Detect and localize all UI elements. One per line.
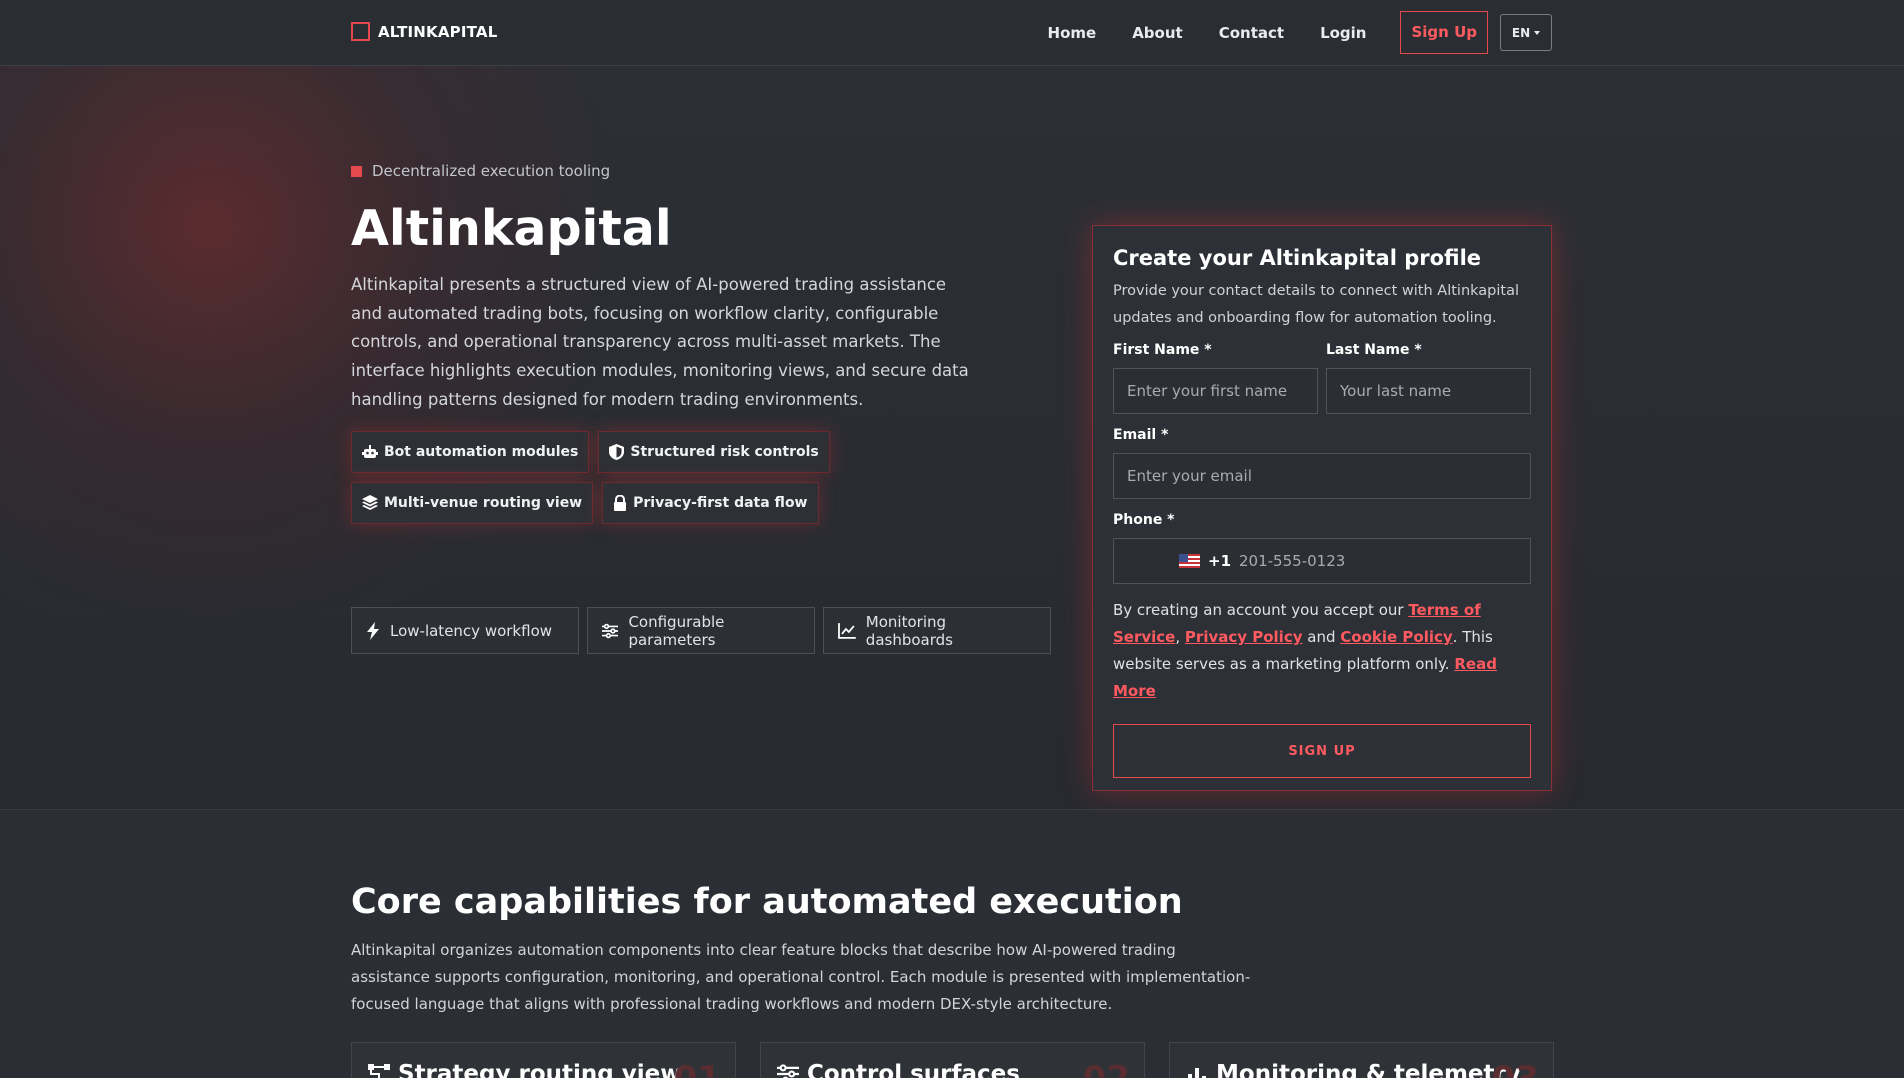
eyebrow-square-icon xyxy=(351,165,362,177)
feature-chips: Low-latency workflow Configurable parame… xyxy=(351,607,1051,654)
hero-title: Altinkapital xyxy=(351,200,672,257)
caret-down-icon xyxy=(1534,30,1541,35)
capability-card-title: Strategy routing view xyxy=(398,1061,682,1078)
hero-description: Altinkapital presents a structured view … xyxy=(351,275,969,409)
lock-icon xyxy=(614,495,627,511)
capabilities-description: Altinkapital organizes automation compon… xyxy=(351,941,1251,1013)
terms-and: and xyxy=(1302,628,1341,646)
capability-card-routing: Strategy routing view 01 xyxy=(351,1042,736,1078)
signup-form-card: Create your Altinkapital profile Provide… xyxy=(1092,225,1552,791)
signup-submit-button[interactable]: SIGN UP xyxy=(1113,724,1531,778)
first-name-label: First Name * xyxy=(1113,342,1212,358)
email-input[interactable]: Enter your email xyxy=(1113,453,1531,499)
chip-label: Monitoring dashboards xyxy=(865,612,953,649)
capability-card-heading: Monitoring & telemetry xyxy=(1186,1061,1537,1078)
terms-prefix: By creating an account you accept our xyxy=(1113,601,1409,619)
brand-name: ALTINKAPITAL xyxy=(378,22,498,41)
terms-text: By creating an account you accept our Te… xyxy=(1113,597,1531,705)
capabilities-title: Core capabilities for automated executio… xyxy=(351,882,1183,922)
us-flag-icon[interactable] xyxy=(1179,554,1200,568)
top-navigation: ALTINKAPITAL Home About Contact Login Si… xyxy=(0,0,1904,66)
first-name-input[interactable]: Enter your first name xyxy=(1113,368,1318,414)
shield-icon xyxy=(609,444,625,460)
capability-card-number: 03 xyxy=(1492,1059,1539,1078)
email-label: Email * xyxy=(1113,427,1169,443)
capability-cards: Strategy routing view 01 Control surface… xyxy=(351,1042,1554,1078)
hero-eyebrow: Decentralized execution tooling xyxy=(351,162,610,180)
layers-icon xyxy=(362,495,378,510)
capability-card-title: Control surfaces xyxy=(807,1061,1020,1078)
chip-label: Structured risk controls xyxy=(630,444,819,460)
phone-group: Phone * +1 201-555-0123 xyxy=(1113,512,1531,584)
nav-signup-button[interactable]: Sign Up xyxy=(1400,11,1488,54)
nav-link-home[interactable]: Home xyxy=(1048,24,1097,42)
routing-icon xyxy=(368,1064,390,1078)
hero-section: Decentralized execution tooling Altinkap… xyxy=(0,66,1904,810)
capability-card-number: 02 xyxy=(1083,1059,1130,1078)
chip-label: Configurable parameters xyxy=(628,612,725,649)
privacy-policy-link[interactable]: Privacy Policy xyxy=(1185,628,1303,646)
chip-label: Multi-venue routing view xyxy=(384,495,583,511)
phone-input[interactable]: +1 201-555-0123 xyxy=(1113,538,1531,584)
bolt-icon xyxy=(367,621,379,640)
bar-chart-icon xyxy=(1188,1068,1206,1078)
chip-risk-controls: Structured risk controls xyxy=(598,431,830,473)
nav-links: Home About Contact Login Sign Up EN xyxy=(1012,11,1552,54)
capability-card-number: 01 xyxy=(674,1059,721,1078)
chip-label: Low-latency workflow xyxy=(390,621,553,640)
line-chart-icon xyxy=(838,622,856,639)
eyebrow-text: Decentralized execution tooling xyxy=(372,162,611,180)
chip-routing-view: Multi-venue routing view xyxy=(351,482,594,524)
sliders-icon xyxy=(777,1064,799,1078)
first-name-group: First Name * Enter your first name xyxy=(1113,342,1318,414)
terms-comma: , xyxy=(1175,628,1181,646)
chip-monitoring: Monitoring dashboards xyxy=(823,607,1051,654)
chip-label: Privacy-first data flow xyxy=(633,495,808,511)
dial-code: +1 xyxy=(1208,552,1232,570)
last-name-label: Last Name * xyxy=(1326,342,1422,358)
chip-privacy: Privacy-first data flow xyxy=(602,482,819,524)
capability-card-monitoring: Monitoring & telemetry 03 xyxy=(1169,1042,1554,1078)
capability-card-controls: Control surfaces 02 xyxy=(760,1042,1145,1078)
robot-icon xyxy=(362,445,378,458)
cookie-policy-link[interactable]: Cookie Policy xyxy=(1340,628,1452,646)
chip-low-latency: Low-latency workflow xyxy=(351,607,579,654)
chip-bot-automation: Bot automation modules xyxy=(351,431,590,473)
logo-square-icon xyxy=(351,22,370,41)
highlight-chips: Bot automation modules Structured risk c… xyxy=(351,431,1011,524)
form-title: Create your Altinkapital profile xyxy=(1113,246,1482,270)
brand-logo[interactable]: ALTINKAPITAL xyxy=(351,22,498,41)
phone-placeholder: 201-555-0123 xyxy=(1239,552,1346,570)
last-name-input[interactable]: Your last name xyxy=(1326,368,1531,414)
nav-link-about[interactable]: About xyxy=(1132,24,1183,42)
form-subtitle: Provide your contact details to connect … xyxy=(1113,283,1520,326)
nav-link-contact[interactable]: Contact xyxy=(1219,24,1284,42)
name-row: First Name * Enter your first name Last … xyxy=(1113,342,1531,414)
capability-card-title: Monitoring & telemetry xyxy=(1216,1061,1521,1078)
email-group: Email * Enter your email xyxy=(1113,427,1531,499)
language-selector[interactable]: EN xyxy=(1500,14,1552,51)
capability-card-heading: Strategy routing view xyxy=(368,1061,719,1078)
capability-card-heading: Control surfaces xyxy=(777,1061,1128,1078)
nav-link-login[interactable]: Login xyxy=(1320,24,1366,42)
sliders-icon xyxy=(602,623,619,638)
language-label: EN xyxy=(1511,25,1531,40)
chip-label: Bot automation modules xyxy=(384,444,579,460)
phone-label: Phone * xyxy=(1113,512,1175,528)
chip-configurable: Configurable parameters xyxy=(587,607,815,654)
last-name-group: Last Name * Your last name xyxy=(1326,342,1531,414)
